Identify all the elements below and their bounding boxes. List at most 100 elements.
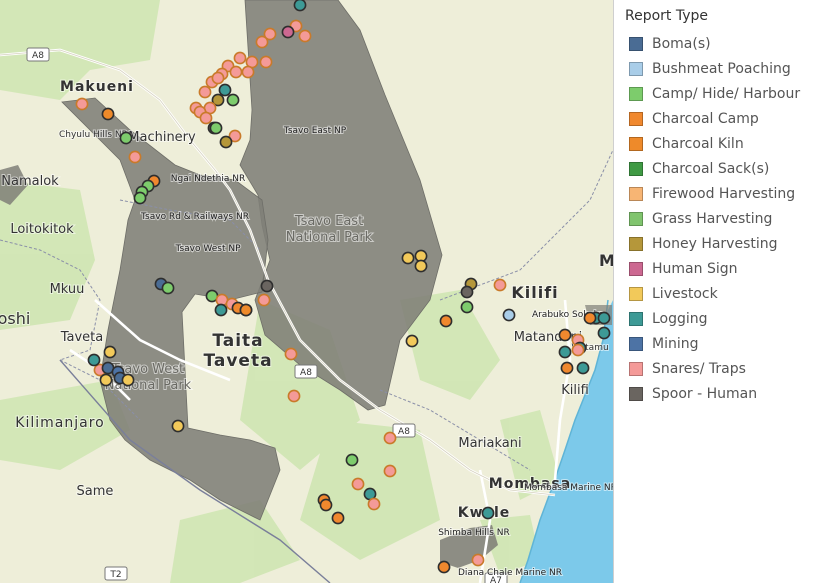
report-marker[interactable] bbox=[293, 0, 307, 12]
report-marker[interactable] bbox=[583, 311, 597, 325]
report-marker[interactable] bbox=[75, 97, 89, 111]
report-marker[interactable] bbox=[233, 51, 247, 65]
legend-list: Boma(s) Bushmeat Poaching Camp/ Hide/ Harb… bbox=[629, 31, 800, 406]
report-marker[interactable] bbox=[439, 314, 453, 328]
road-shield: A8 bbox=[294, 364, 318, 379]
place-label: Mombasa Marine NP bbox=[524, 483, 613, 493]
report-marker[interactable] bbox=[319, 498, 333, 512]
report-marker[interactable] bbox=[211, 71, 225, 85]
report-marker[interactable] bbox=[214, 303, 228, 317]
legend-item[interactable]: Mining bbox=[629, 331, 800, 356]
legend-swatch bbox=[629, 311, 643, 326]
road-shield-label: T2 bbox=[109, 570, 121, 580]
legend-swatch bbox=[629, 261, 643, 276]
report-marker[interactable] bbox=[560, 361, 574, 375]
report-marker[interactable] bbox=[571, 343, 585, 357]
report-marker[interactable] bbox=[171, 419, 185, 433]
legend-label: Snares/ Traps bbox=[652, 360, 746, 377]
legend-item[interactable]: Firewood Harvesting bbox=[629, 181, 800, 206]
legend-item[interactable]: Human Sign bbox=[629, 256, 800, 281]
report-marker[interactable] bbox=[257, 293, 271, 307]
report-marker[interactable] bbox=[284, 347, 298, 361]
report-marker[interactable] bbox=[229, 65, 243, 79]
report-marker[interactable] bbox=[128, 150, 142, 164]
report-marker[interactable] bbox=[367, 497, 381, 511]
report-marker[interactable] bbox=[481, 506, 495, 520]
report-marker[interactable] bbox=[383, 431, 397, 445]
legend-item[interactable]: Charcoal Camp bbox=[629, 106, 800, 131]
legend-item[interactable]: Logging bbox=[629, 306, 800, 331]
report-marker[interactable] bbox=[331, 511, 345, 525]
legend-label: Charcoal Camp bbox=[652, 110, 759, 127]
report-marker[interactable] bbox=[219, 135, 233, 149]
report-marker[interactable] bbox=[345, 453, 359, 467]
report-marker[interactable] bbox=[460, 300, 474, 314]
legend-item[interactable]: Boma(s) bbox=[629, 31, 800, 56]
report-marker[interactable] bbox=[298, 29, 312, 43]
report-marker[interactable] bbox=[493, 278, 507, 292]
legend-item[interactable]: Snares/ Traps bbox=[629, 356, 800, 381]
legend-item[interactable]: Livestock bbox=[629, 281, 800, 306]
report-marker[interactable] bbox=[287, 389, 301, 403]
report-marker[interactable] bbox=[437, 560, 451, 574]
legend-item[interactable]: Honey Harvesting bbox=[629, 231, 800, 256]
report-marker[interactable] bbox=[239, 303, 253, 317]
legend-item[interactable]: Camp/ Hide/ Harbour bbox=[629, 81, 800, 106]
report-marker[interactable] bbox=[133, 191, 147, 205]
legend-item[interactable]: Grass Harvesting bbox=[629, 206, 800, 231]
legend-label: Livestock bbox=[652, 285, 718, 302]
report-marker[interactable] bbox=[87, 353, 101, 367]
report-marker[interactable] bbox=[401, 251, 415, 265]
road-shield-label: A8 bbox=[300, 368, 312, 378]
place-label: Taveta bbox=[60, 330, 104, 345]
report-marker[interactable] bbox=[597, 311, 611, 325]
place-label: Mkuu bbox=[50, 282, 85, 297]
report-marker[interactable] bbox=[471, 553, 485, 567]
report-marker[interactable] bbox=[405, 334, 419, 348]
report-marker[interactable] bbox=[281, 25, 295, 39]
place-label: Tsavo Rd & Railways NR bbox=[140, 212, 249, 222]
report-marker[interactable] bbox=[255, 35, 269, 49]
report-marker[interactable] bbox=[558, 328, 572, 342]
report-marker[interactable] bbox=[218, 83, 232, 97]
legend-item[interactable]: Charcoal Kiln bbox=[629, 131, 800, 156]
legend-swatch bbox=[629, 61, 643, 76]
report-marker[interactable] bbox=[460, 285, 474, 299]
report-marker[interactable] bbox=[259, 55, 273, 69]
place-label: Tsavo East bbox=[294, 214, 363, 229]
report-marker[interactable] bbox=[241, 65, 255, 79]
report-marker[interactable] bbox=[199, 111, 213, 125]
map-view[interactable]: A8 A8 A8 T2 A7 Makueni Chyulu Hills NP Machine… bbox=[0, 0, 614, 583]
legend-swatch bbox=[629, 336, 643, 351]
place-label: Mariakani bbox=[458, 436, 521, 451]
place-label: Loitokitok bbox=[10, 222, 74, 237]
report-marker[interactable] bbox=[99, 373, 113, 387]
legend-item[interactable]: Spoor - Human bbox=[629, 381, 800, 406]
place-label: Tsavo West NP bbox=[174, 244, 241, 254]
place-label: Diana Chale Marine NR bbox=[458, 568, 562, 578]
legend-label: Firewood Harvesting bbox=[652, 185, 796, 202]
report-marker[interactable] bbox=[558, 345, 572, 359]
place-label: Kilifi bbox=[561, 383, 589, 398]
report-marker[interactable] bbox=[260, 279, 274, 293]
report-marker[interactable] bbox=[597, 326, 611, 340]
legend-label: Charcoal Kiln bbox=[652, 135, 744, 152]
report-marker[interactable] bbox=[119, 131, 133, 145]
report-marker[interactable] bbox=[383, 464, 397, 478]
report-marker[interactable] bbox=[576, 361, 590, 375]
report-marker[interactable] bbox=[161, 281, 175, 295]
report-marker[interactable] bbox=[121, 373, 135, 387]
report-marker[interactable] bbox=[226, 93, 240, 107]
report-marker[interactable] bbox=[209, 121, 223, 135]
report-marker[interactable] bbox=[351, 477, 365, 491]
legend-item[interactable]: Bushmeat Poaching bbox=[629, 56, 800, 81]
report-marker[interactable] bbox=[198, 85, 212, 99]
report-marker[interactable] bbox=[101, 107, 115, 121]
legend-swatch bbox=[629, 386, 643, 401]
place-label: Shimba Hills NR bbox=[438, 528, 510, 538]
legend-item[interactable]: Charcoal Sack(s) bbox=[629, 156, 800, 181]
report-marker[interactable] bbox=[502, 308, 516, 322]
report-marker[interactable] bbox=[103, 345, 117, 359]
place-label: Kilifi bbox=[511, 283, 558, 302]
report-marker[interactable] bbox=[414, 259, 428, 273]
